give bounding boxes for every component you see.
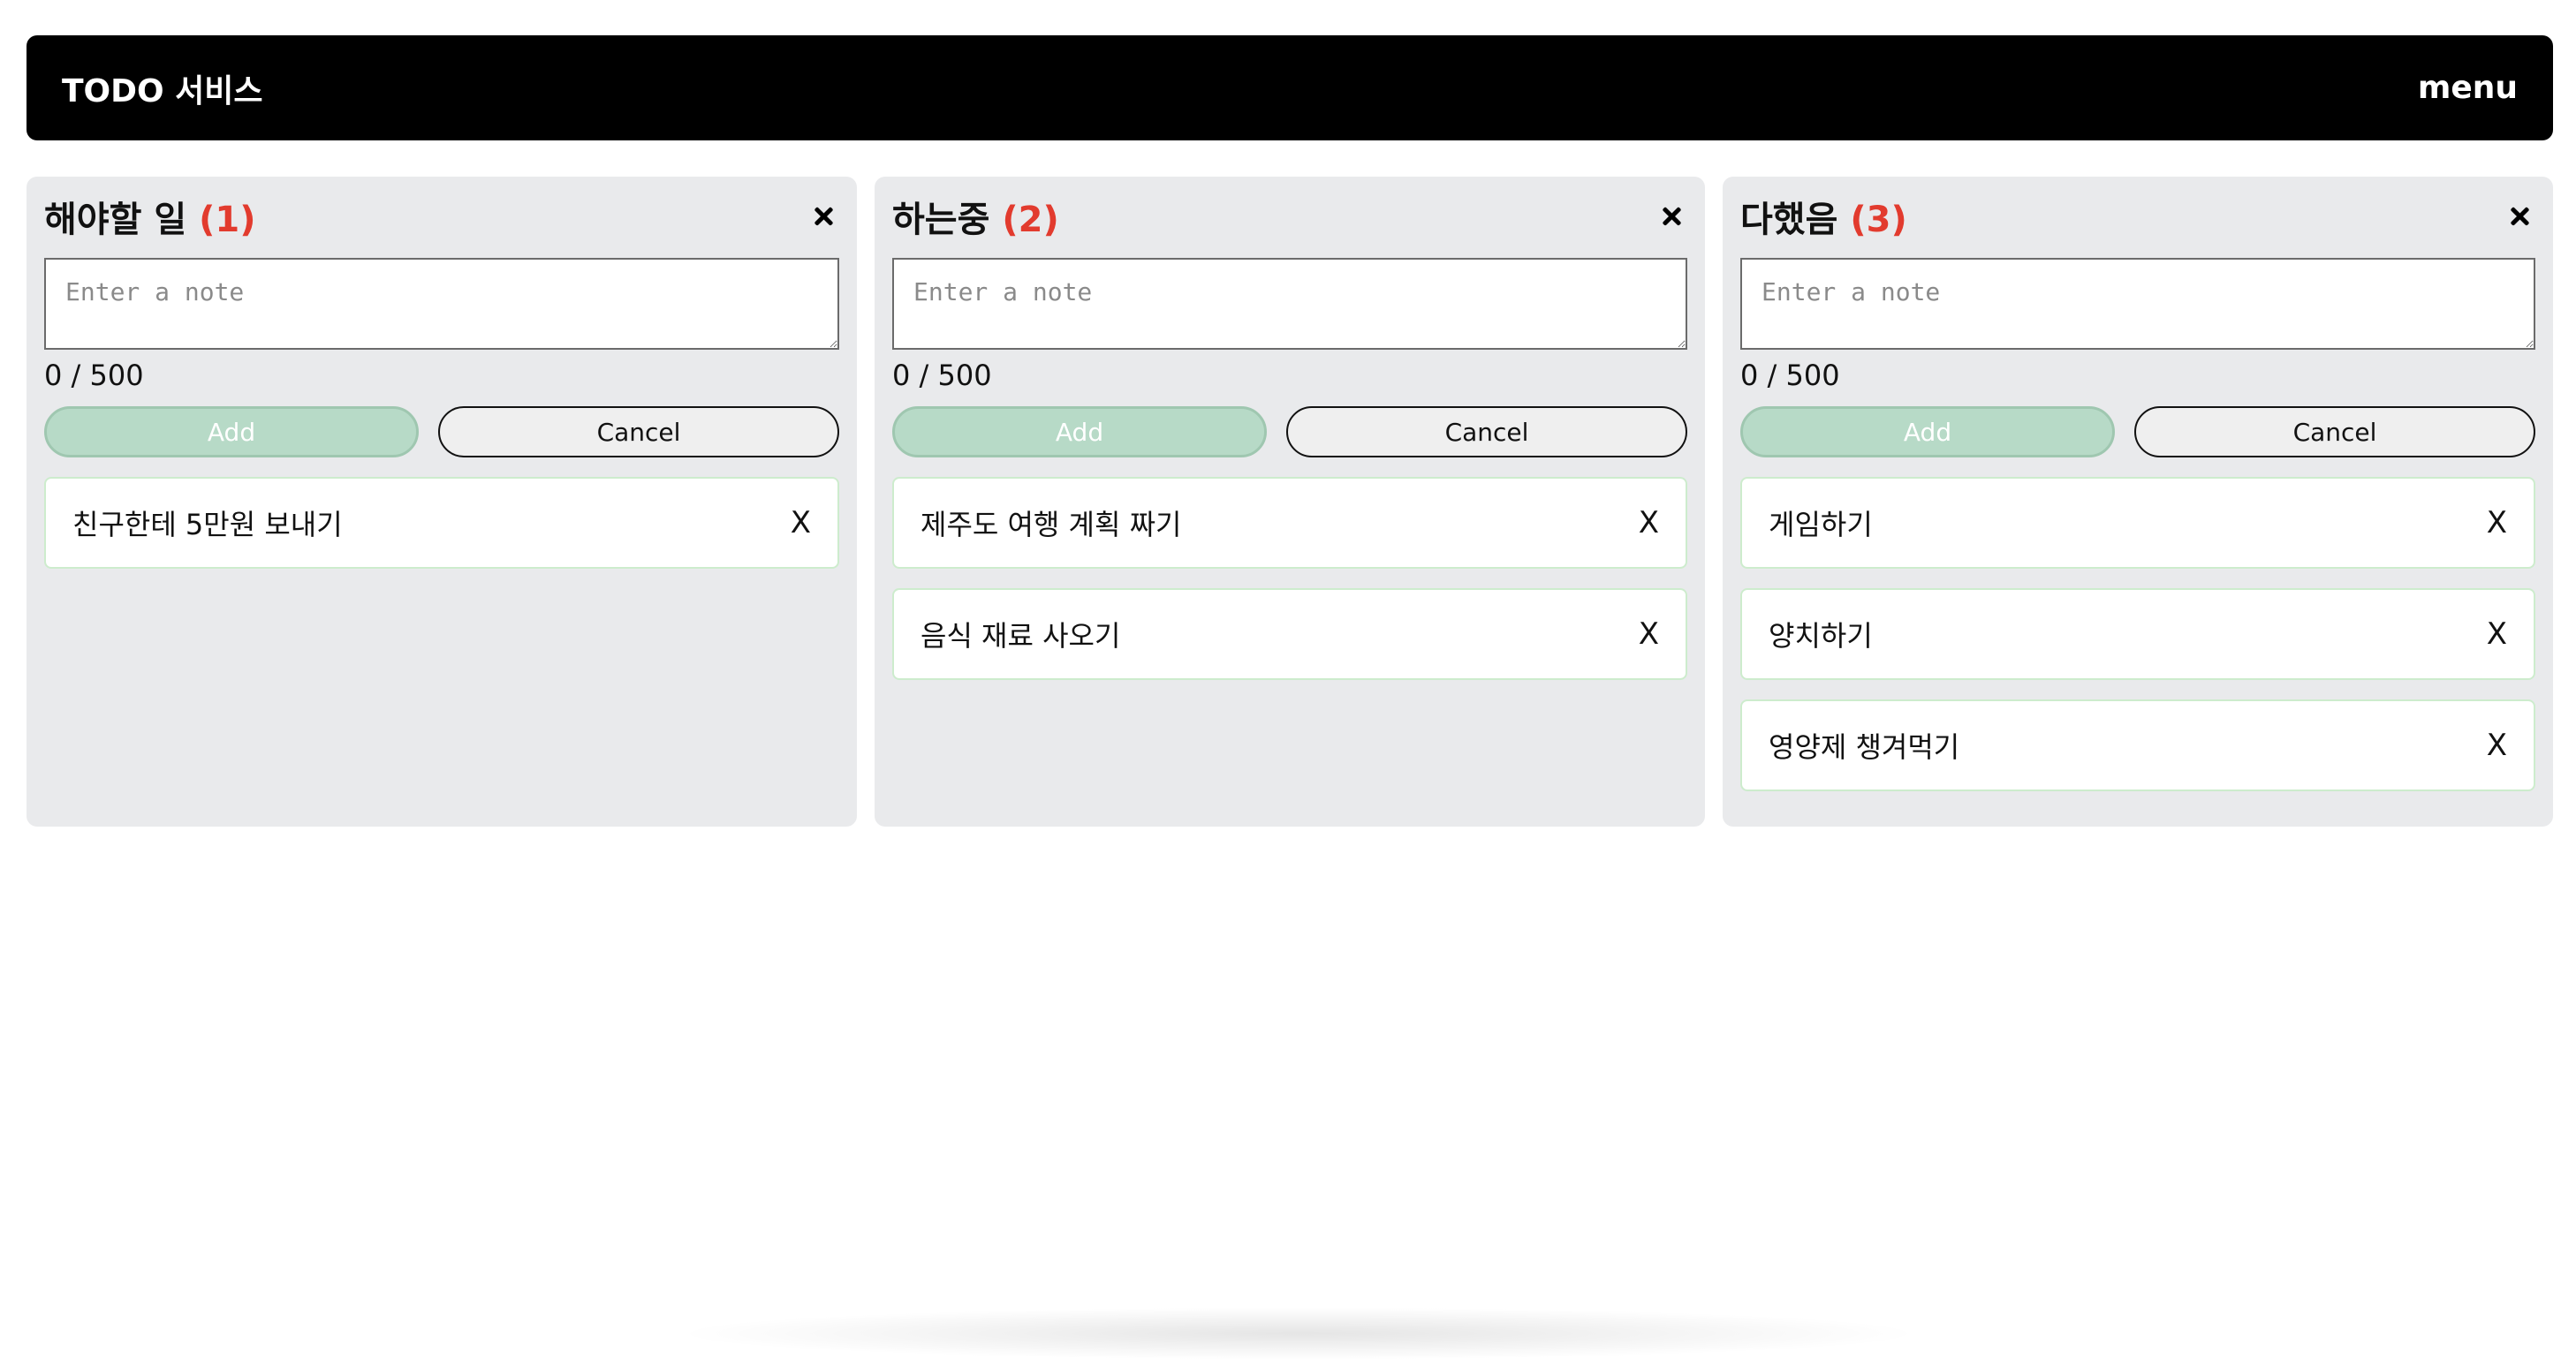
- cancel-button[interactable]: Cancel: [1286, 406, 1687, 457]
- kanban-board: 해야할 일 (1) 0 / 500 Add Cancel 친구한테 5만원 보내…: [27, 177, 2553, 827]
- char-counter: 0 / 500: [44, 359, 144, 392]
- column-title-text: 하는중: [892, 200, 990, 240]
- card-text: 제주도 여행 계획 짜기: [921, 508, 1182, 541]
- card-text: 음식 재료 사오기: [921, 619, 1121, 653]
- card-list: 제주도 여행 계획 짜기 X 음식 재료 사오기 X: [892, 477, 1687, 680]
- close-icon[interactable]: [807, 200, 839, 232]
- menu-button[interactable]: menu: [2418, 70, 2518, 106]
- delete-card-button[interactable]: X: [1639, 616, 1659, 652]
- column-header: 다했음 (3): [1740, 194, 2535, 240]
- column-title: 해야할 일 (1): [44, 191, 255, 242]
- card-text: 영양제 챙겨먹기: [1769, 730, 1960, 764]
- delete-card-button[interactable]: X: [2487, 728, 2507, 763]
- column-todo: 해야할 일 (1) 0 / 500 Add Cancel 친구한테 5만원 보내…: [27, 177, 857, 827]
- add-button[interactable]: Add: [892, 406, 1267, 457]
- cancel-button[interactable]: Cancel: [2134, 406, 2535, 457]
- add-button[interactable]: Add: [44, 406, 419, 457]
- todo-card[interactable]: 음식 재료 사오기 X: [892, 588, 1687, 680]
- column-title: 하는중 (2): [892, 191, 1059, 242]
- char-counter: 0 / 500: [892, 359, 992, 392]
- delete-card-button[interactable]: X: [2487, 616, 2507, 652]
- column-header: 하는중 (2): [892, 194, 1687, 240]
- card-text: 양치하기: [1769, 619, 1873, 653]
- close-icon[interactable]: [2504, 200, 2535, 232]
- column-title-text: 해야할 일: [44, 200, 187, 240]
- delete-card-button[interactable]: X: [2487, 505, 2507, 540]
- column-done: 다했음 (3) 0 / 500 Add Cancel 게임하기 X 양치하기 X…: [1723, 177, 2553, 827]
- todo-card[interactable]: 영양제 챙겨먹기 X: [1740, 699, 2535, 791]
- todo-card[interactable]: 친구한테 5만원 보내기 X: [44, 477, 839, 569]
- app-header: TODO 서비스 menu: [27, 35, 2553, 140]
- card-text: 게임하기: [1769, 508, 1873, 541]
- note-input[interactable]: [892, 258, 1687, 350]
- note-input[interactable]: [1740, 258, 2535, 350]
- app-title: TODO 서비스: [62, 72, 263, 110]
- todo-card[interactable]: 게임하기 X: [1740, 477, 2535, 569]
- todo-card[interactable]: 제주도 여행 계획 짜기 X: [892, 477, 1687, 569]
- column-in-progress: 하는중 (2) 0 / 500 Add Cancel 제주도 여행 계획 짜기 …: [875, 177, 1705, 827]
- card-list: 친구한테 5만원 보내기 X: [44, 477, 839, 569]
- column-title-text: 다했음: [1740, 200, 1838, 240]
- todo-card[interactable]: 양치하기 X: [1740, 588, 2535, 680]
- column-count: (3): [1850, 200, 1907, 240]
- column-header: 해야할 일 (1): [44, 194, 839, 240]
- column-title: 다했음 (3): [1740, 191, 1907, 242]
- close-icon[interactable]: [1655, 200, 1687, 232]
- note-input[interactable]: [44, 258, 839, 350]
- cancel-button[interactable]: Cancel: [438, 406, 839, 457]
- button-row: Add Cancel: [1740, 406, 2535, 457]
- button-row: Add Cancel: [44, 406, 839, 457]
- column-count: (1): [199, 200, 256, 240]
- button-row: Add Cancel: [892, 406, 1687, 457]
- delete-card-button[interactable]: X: [1639, 505, 1659, 540]
- delete-card-button[interactable]: X: [791, 505, 811, 540]
- card-list: 게임하기 X 양치하기 X 영양제 챙겨먹기 X: [1740, 477, 2535, 791]
- footer-shadow: [671, 1307, 1926, 1360]
- add-button[interactable]: Add: [1740, 406, 2115, 457]
- column-count: (2): [1002, 200, 1059, 240]
- char-counter: 0 / 500: [1740, 359, 1840, 392]
- card-text: 친구한테 5만원 보내기: [72, 508, 343, 541]
